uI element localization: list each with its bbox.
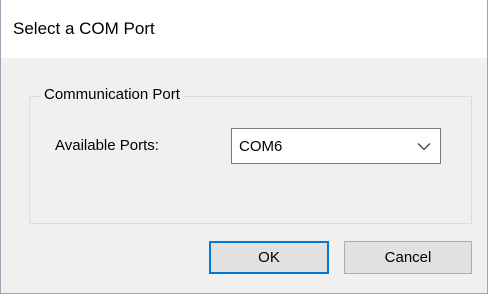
com-port-dialog: Select a COM Port Communication Port Ava… [0, 0, 488, 294]
available-ports-select[interactable]: COM6 [231, 128, 441, 164]
available-ports-label: Available Ports: [55, 137, 159, 154]
group-legend: Communication Port [41, 86, 184, 103]
cancel-button[interactable]: Cancel [344, 241, 472, 274]
selected-port-value: COM6 [239, 138, 283, 155]
window-title: Select a COM Port [13, 19, 155, 38]
ok-button[interactable]: OK [209, 241, 329, 274]
chevron-down-icon [417, 143, 431, 151]
title-bar[interactable]: Select a COM Port [1, 0, 487, 58]
